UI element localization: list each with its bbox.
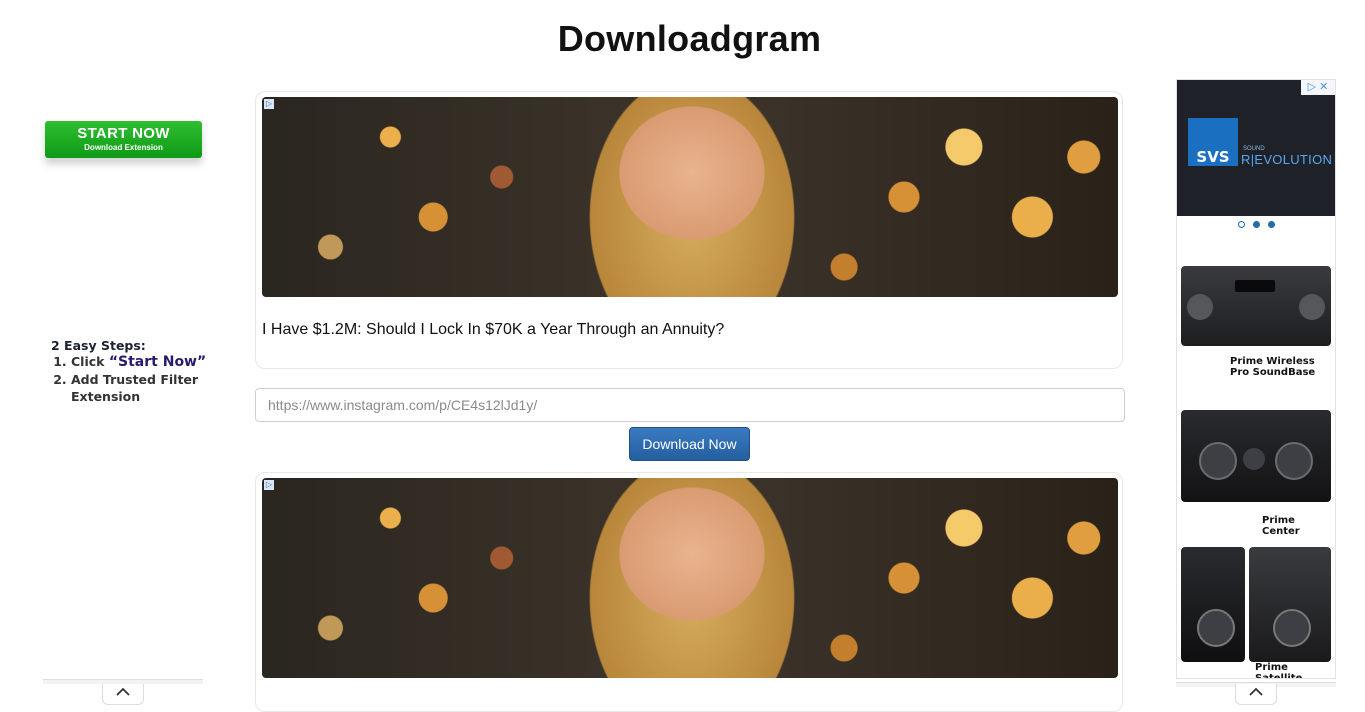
url-input[interactable] [255,388,1125,422]
carousel-dot[interactable] [1267,221,1275,228]
download-now-button[interactable]: Download Now [629,427,750,461]
woman-portrait [557,97,827,297]
brand-revolution: R|EVOLUTION [1241,152,1333,167]
adchoices-close-icon[interactable]: ▷ ✕ [1301,80,1335,95]
carousel-dot[interactable] [1252,221,1260,228]
step-1-accent: “Start Now” [108,354,207,370]
step-2: Add Trusted Filter Extension [71,371,211,405]
start-now-label: START NOW [77,125,170,142]
chevron-up-icon [116,687,130,696]
step-1-prefix: Click [71,354,109,369]
svs-banner[interactable]: SVS SOUND R|EVOLUTION ▷ ✕ [1177,80,1335,216]
satellite-speaker-image[interactable] [1249,547,1331,662]
product-label[interactable]: Prime Wireless Pro SoundBase [1230,356,1334,378]
page-title: Downloadgram [557,18,822,59]
satellite-speaker-image[interactable] [1181,547,1245,662]
ad-headline[interactable]: I Have $1.2M: Should I Lock In $70K a Ye… [262,321,724,339]
ad-choices-icon[interactable]: ▷ [264,99,274,109]
steps-title: 2 Easy Steps: [51,338,146,353]
carousel-dots[interactable] [1177,221,1335,228]
sponsored-card-top[interactable]: ▷ I Have $1.2M: Should I Lock In $70K a … [255,91,1123,369]
product-label[interactable]: Prime Satellite [1255,662,1335,678]
sponsored-card-bottom[interactable]: ▷ [255,472,1123,712]
ad-photo-bottom[interactable]: ▷ [262,478,1118,678]
steps-list: Click “Start Now” Add Trusted Filter Ext… [51,353,211,405]
easy-steps: 2 Easy Steps: Click “Start Now” Add Trus… [51,338,211,405]
woman-portrait-bottom [557,478,827,678]
chevron-up-icon [1249,687,1263,696]
soundbase-image[interactable] [1181,266,1331,346]
product-label[interactable]: Prime Center [1262,515,1335,537]
right-ad-collapse-button[interactable] [1235,684,1277,705]
start-now-sublabel: Download Extension [84,143,163,152]
ad-photo[interactable]: ▷ [262,97,1118,297]
ad-choices-icon[interactable]: ▷ [264,480,274,490]
center-speaker-image[interactable] [1181,410,1331,502]
left-ad-collapse-button[interactable] [102,684,144,705]
step-1: Click “Start Now” [71,353,211,371]
svs-logo: SVS [1188,118,1238,166]
carousel-dot[interactable] [1237,221,1245,228]
start-now-button[interactable]: START NOW Download Extension [45,121,202,158]
right-sidebar-ad[interactable]: SVS SOUND R|EVOLUTION ▷ ✕ Prime Wireless… [1176,79,1336,679]
